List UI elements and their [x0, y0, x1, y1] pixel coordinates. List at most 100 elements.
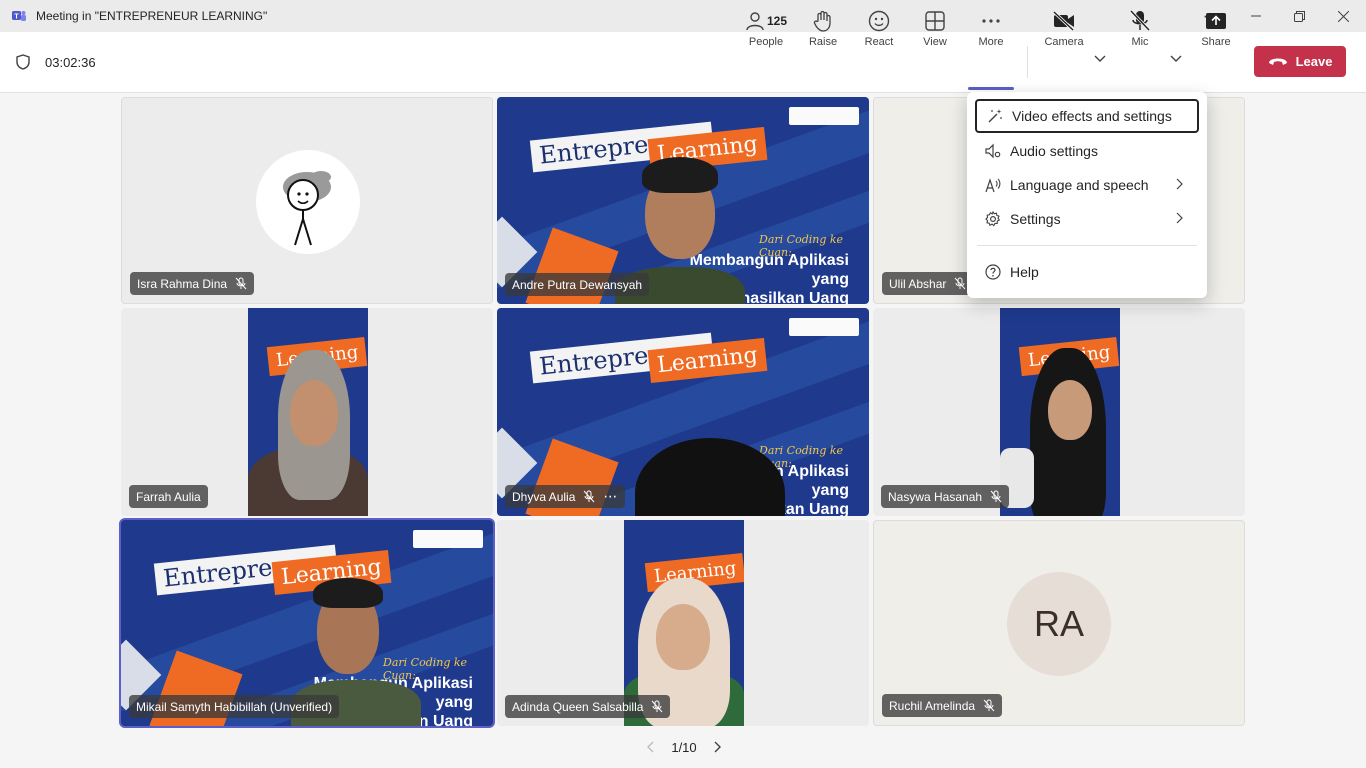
menu-item-label: Help — [1010, 264, 1039, 280]
participant-name: Dhyva Aulia — [512, 489, 576, 504]
raise-label: Raise — [808, 36, 838, 48]
mic-muted-icon — [954, 277, 966, 290]
participant-name-tag: Andre Putra Dewansyah — [505, 273, 650, 296]
mic-muted-icon — [652, 700, 663, 713]
video-tile-mikail[interactable]: Entrepreneur Learning Dari Coding ke Cua… — [119, 518, 495, 728]
participant-name-tag: Adinda Queen Salsabilla — [505, 695, 671, 718]
people-count: 125 — [766, 14, 788, 28]
participant-name: Mikail Samyth Habibillah (Unverified) — [136, 699, 333, 714]
mic-muted-icon — [235, 277, 247, 290]
chevron-left-icon[interactable] — [646, 741, 654, 753]
gear-icon — [984, 210, 1002, 228]
menu-item-label: Audio settings — [1010, 143, 1098, 159]
mic-label: Mic — [1131, 36, 1149, 48]
mic-muted-icon — [983, 699, 995, 712]
camera-button[interactable]: Camera — [1042, 8, 1086, 54]
hand-icon — [813, 10, 831, 32]
menu-item-label: Language and speech — [1010, 177, 1149, 193]
menu-item-settings[interactable]: Settings — [975, 202, 1199, 236]
restore-icon — [1293, 10, 1305, 22]
menu-item-help[interactable]: Help — [975, 255, 1199, 289]
people-button[interactable]: 125 People — [744, 8, 788, 54]
participant-name-tag: Ruchil Amelinda — [882, 694, 1003, 717]
react-label: React — [864, 36, 894, 48]
mic-button[interactable]: Mic — [1120, 8, 1160, 54]
window-title-bar: T Meeting in "ENTREPRENEUR LEARNING" ⋯ — [0, 0, 1366, 33]
chevron-right-icon[interactable] — [714, 741, 722, 753]
camera-label: Camera — [1044, 36, 1084, 48]
window-title: Meeting in "ENTREPRENEUR LEARNING" — [36, 9, 268, 23]
language-speech-icon — [984, 176, 1002, 194]
participant-name-tag: Nasywa Hasanah — [881, 485, 1010, 508]
avatar-initials: RA — [1033, 603, 1084, 644]
leave-button[interactable]: Leave — [1254, 46, 1346, 77]
raise-hand-button[interactable]: Raise — [803, 8, 843, 54]
more-button[interactable]: More — [971, 8, 1011, 54]
menu-divider — [977, 245, 1197, 246]
menu-item-audio-settings[interactable]: Audio settings — [975, 134, 1199, 168]
mic-muted-icon — [584, 490, 595, 503]
chevron-right-icon — [1176, 178, 1183, 190]
participant-name: Nasywa Hasanah — [888, 489, 983, 504]
mic-options-chevron-icon[interactable] — [1170, 55, 1182, 63]
people-icon — [746, 12, 764, 31]
mic-muted-icon — [990, 490, 1002, 503]
participant-more-options-icon[interactable]: ⋯ — [603, 488, 618, 505]
participant-name: Farrah Aulia — [136, 489, 201, 504]
participant-name-tag: Isra Rahma Dina — [130, 272, 255, 295]
meeting-toolbar: 03:02:36 — [0, 32, 1366, 93]
sparkle-wand-icon — [986, 107, 1004, 125]
speaker-settings-icon — [984, 142, 1002, 160]
help-icon — [984, 263, 1002, 281]
participant-name-tag: Ulil Abshar — [882, 272, 974, 295]
participant-name: Ulil Abshar — [889, 276, 947, 291]
shield-icon — [16, 54, 30, 70]
video-tile-isra[interactable]: Isra Rahma Dina — [121, 97, 493, 304]
participant-name-tag: Mikail Samyth Habibillah (Unverified) — [129, 695, 340, 718]
video-tile-farrah[interactable]: Learning Farrah Aulia — [121, 308, 493, 516]
video-tile-nasywa[interactable]: Learning Nasywa Hasanah — [873, 308, 1245, 516]
video-feed: Learning — [1000, 308, 1120, 516]
view-label: View — [923, 36, 947, 48]
menu-item-language-speech[interactable]: Language and speech — [975, 168, 1199, 202]
minimize-button[interactable] — [1233, 0, 1279, 32]
restore-button[interactable] — [1276, 0, 1322, 32]
participant-name: Andre Putra Dewansyah — [512, 277, 643, 292]
video-tile-dhyva[interactable]: Entrepreneur Learning Dari Coding ke Cua… — [497, 308, 869, 516]
video-tile-andre[interactable]: Entrepreneur Learning Dari Coding ke Cua… — [497, 97, 869, 304]
share-button[interactable]: Share — [1196, 8, 1236, 54]
menu-item-label: Video effects and settings — [1012, 108, 1172, 124]
gallery-pager: 1/10 — [646, 737, 722, 757]
minimize-icon — [1251, 15, 1261, 17]
react-button[interactable]: React — [859, 8, 899, 54]
avatar — [256, 150, 360, 254]
camera-off-icon — [1052, 11, 1075, 31]
sponsor-logos — [413, 530, 483, 548]
more-horizontal-icon — [982, 19, 1000, 23]
participant-name-tag: Farrah Aulia — [129, 485, 208, 508]
chevron-right-icon — [1176, 212, 1183, 224]
camera-options-chevron-icon[interactable] — [1094, 55, 1106, 63]
share-label: Share — [1201, 36, 1231, 48]
video-tile-adinda[interactable]: Learning Adinda Queen Salsabilla — [497, 520, 869, 726]
menu-item-video-effects[interactable]: Video effects and settings — [975, 99, 1199, 133]
participant-name: Isra Rahma Dina — [137, 276, 228, 291]
view-button[interactable]: View — [915, 8, 955, 54]
share-screen-icon — [1206, 13, 1226, 29]
avatar: RA — [1007, 572, 1111, 676]
close-window-button[interactable] — [1320, 0, 1366, 32]
participant-name: Adinda Queen Salsabilla — [512, 699, 644, 714]
page-indicator: 1/10 — [671, 739, 697, 755]
more-label: More — [978, 36, 1004, 48]
participant-name-tag: Dhyva Aulia ⋯ — [505, 485, 626, 508]
leave-label: Leave — [1295, 54, 1333, 69]
video-tile-ruchil[interactable]: RA Ruchil Amelinda — [873, 520, 1245, 726]
smiley-icon — [868, 10, 890, 32]
sponsor-logos — [789, 107, 859, 125]
svg-text:T: T — [14, 14, 19, 21]
video-feed: Learning — [248, 308, 368, 516]
hang-up-icon — [1268, 58, 1287, 65]
menu-item-label: Settings — [1010, 211, 1061, 227]
people-label: People — [748, 36, 784, 48]
sponsor-logos — [789, 318, 859, 336]
